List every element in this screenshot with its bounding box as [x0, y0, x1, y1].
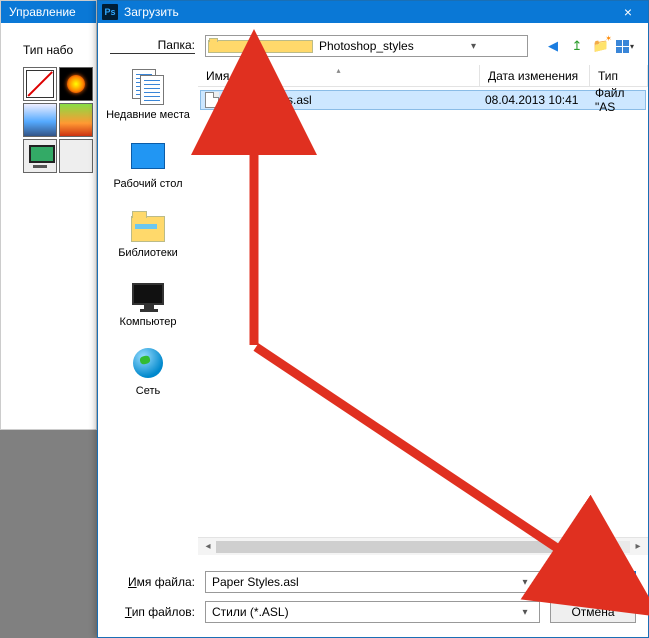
file-list: Имя▴ Дата изменения Тип Paper Styles.asl… [198, 65, 648, 555]
column-name[interactable]: Имя▴ [198, 65, 480, 86]
chevron-down-icon: ▾ [422, 41, 525, 52]
filetype-label: Тип файлов: [110, 605, 195, 619]
filename-label: Имя файла: [110, 575, 195, 589]
place-computer-label: Компьютер [103, 316, 193, 329]
network-icon [126, 343, 170, 383]
place-desktop[interactable]: Рабочий стол [103, 136, 193, 191]
place-desktop-label: Рабочий стол [103, 178, 193, 191]
sort-asc-icon: ▴ [336, 66, 340, 75]
place-computer[interactable]: Компьютер [103, 274, 193, 329]
styles-panel-title: Управление на [1, 1, 96, 23]
dialog-title: Загрузить [124, 5, 608, 19]
places-bar: Недавние места Рабочий стол Библиотеки К… [98, 65, 198, 555]
close-button[interactable]: × [608, 1, 648, 23]
preset-type-label: Тип набо [23, 43, 88, 57]
place-libraries-label: Библиотеки [103, 247, 193, 260]
photoshop-icon: Ps [102, 4, 118, 20]
load-button[interactable]: Загрузить [550, 571, 636, 593]
place-network-label: Сеть [103, 385, 193, 398]
styles-panel: Управление на Тип набо [0, 0, 97, 430]
desktop-icon [126, 136, 170, 176]
back-icon[interactable]: ◀ [544, 37, 562, 55]
load-dialog: Ps Загрузить × Папка: Photoshop_styles ▾… [97, 0, 649, 638]
swatch-tv[interactable] [23, 139, 57, 173]
folder-combo[interactable]: Photoshop_styles ▾ [205, 35, 528, 57]
scroll-thumb[interactable] [216, 541, 555, 553]
folder-label: Папка: [110, 38, 195, 54]
dialog-titlebar: Ps Загрузить × [98, 1, 648, 23]
scroll-track[interactable] [216, 541, 630, 553]
place-recent-label: Недавние места [103, 109, 193, 122]
filename-input[interactable]: Paper Styles.asl▾ [205, 571, 540, 593]
file-name: Paper Styles.asl [223, 93, 477, 107]
swatch-blank[interactable] [59, 139, 93, 173]
style-swatches [23, 67, 88, 173]
libraries-icon [126, 205, 170, 245]
swatch-blue-gradient[interactable] [23, 103, 57, 137]
folder-row: Папка: Photoshop_styles ▾ ◀ ↥ 📁 ▾ [98, 23, 648, 65]
horizontal-scrollbar[interactable]: ◂ ▸ [198, 537, 648, 555]
cancel-button[interactable]: Отмена [550, 601, 636, 623]
place-network[interactable]: Сеть [103, 343, 193, 398]
folder-value: Photoshop_styles [319, 39, 422, 53]
swatch-none[interactable] [23, 67, 57, 101]
file-date: 08.04.2013 10:41 [477, 93, 587, 107]
swatch-sunset-gradient[interactable] [59, 103, 93, 137]
filetype-select[interactable]: Стили (*.ASL)▾ [205, 601, 540, 623]
folder-toolbar: ◀ ↥ 📁 ▾ [544, 37, 634, 55]
column-type[interactable]: Тип [590, 65, 648, 86]
recent-places-icon [126, 67, 170, 107]
folder-icon [208, 40, 313, 53]
chevron-down-icon: ▾ [517, 607, 533, 618]
new-folder-icon[interactable]: 📁 [592, 37, 610, 55]
scroll-right-icon[interactable]: ▸ [630, 541, 646, 552]
swatch-sunspot[interactable] [59, 67, 93, 101]
up-one-level-icon[interactable]: ↥ [568, 37, 586, 55]
computer-icon [126, 274, 170, 314]
column-headers: Имя▴ Дата изменения Тип [198, 65, 648, 87]
place-recent[interactable]: Недавние места [103, 67, 193, 122]
column-date[interactable]: Дата изменения [480, 65, 590, 86]
view-menu-icon[interactable]: ▾ [616, 37, 634, 55]
scroll-left-icon[interactable]: ◂ [200, 541, 216, 552]
file-icon [205, 92, 219, 108]
chevron-down-icon: ▾ [517, 577, 533, 588]
file-row[interactable]: Paper Styles.asl 08.04.2013 10:41 Файл "… [200, 90, 646, 110]
place-libraries[interactable]: Библиотеки [103, 205, 193, 260]
dialog-bottom: Имя файла: Paper Styles.asl▾ Загрузить Т… [98, 555, 648, 637]
